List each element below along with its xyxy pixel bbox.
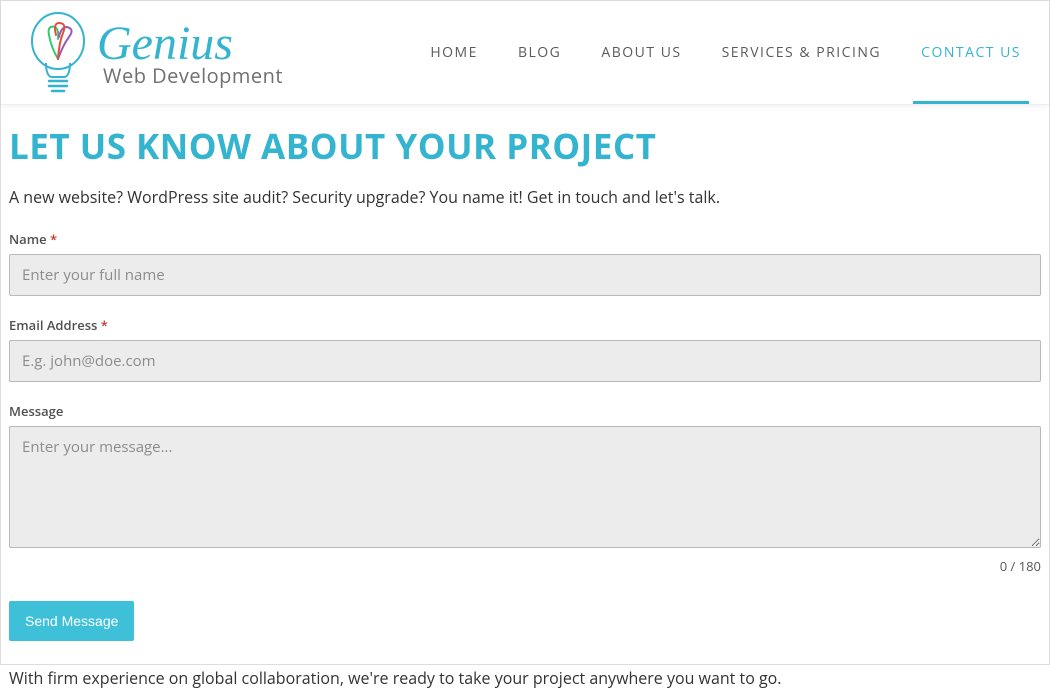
email-label-text: Email Address xyxy=(9,316,97,334)
nav-services[interactable]: SERVICES & PRICING xyxy=(722,9,882,96)
email-input[interactable] xyxy=(9,340,1041,382)
required-marker: * xyxy=(50,230,57,248)
page-title: LET US KNOW ABOUT YOUR PROJECT xyxy=(9,123,1041,170)
main-nav: HOME BLOG ABOUT US SERVICES & PRICING CO… xyxy=(430,9,1021,96)
page-intro: A new website? WordPress site audit? Sec… xyxy=(9,186,1041,208)
message-input[interactable] xyxy=(9,426,1041,548)
main-content: LET US KNOW ABOUT YOUR PROJECT A new web… xyxy=(1,105,1049,697)
nav-blog[interactable]: BLOG xyxy=(518,9,561,96)
brand-tagline: Web Development xyxy=(103,66,283,86)
brand-logo[interactable]: Genius Web Development xyxy=(29,11,283,95)
email-label: Email Address * xyxy=(9,316,1041,334)
nav-home[interactable]: HOME xyxy=(430,9,478,96)
email-field-group: Email Address * xyxy=(9,316,1041,382)
nav-about[interactable]: ABOUT US xyxy=(601,9,681,96)
brand-text: Genius Web Development xyxy=(97,20,283,86)
name-label-text: Name xyxy=(9,230,47,248)
header: Genius Web Development HOME BLOG ABOUT U… xyxy=(1,1,1049,105)
send-message-button[interactable]: Send Message xyxy=(9,601,134,641)
required-marker: * xyxy=(101,316,108,334)
char-counter: 0 / 180 xyxy=(9,557,1041,575)
message-field-group: Message 0 / 180 xyxy=(9,402,1041,575)
name-label: Name * xyxy=(9,230,1041,248)
message-label: Message xyxy=(9,402,1041,420)
footer-text: With firm experience on global collabora… xyxy=(9,667,1041,689)
name-input[interactable] xyxy=(9,254,1041,296)
nav-contact[interactable]: CONTACT US xyxy=(921,9,1021,96)
name-field-group: Name * xyxy=(9,230,1041,296)
lightbulb-icon xyxy=(29,11,87,95)
brand-name: Genius xyxy=(97,20,283,68)
